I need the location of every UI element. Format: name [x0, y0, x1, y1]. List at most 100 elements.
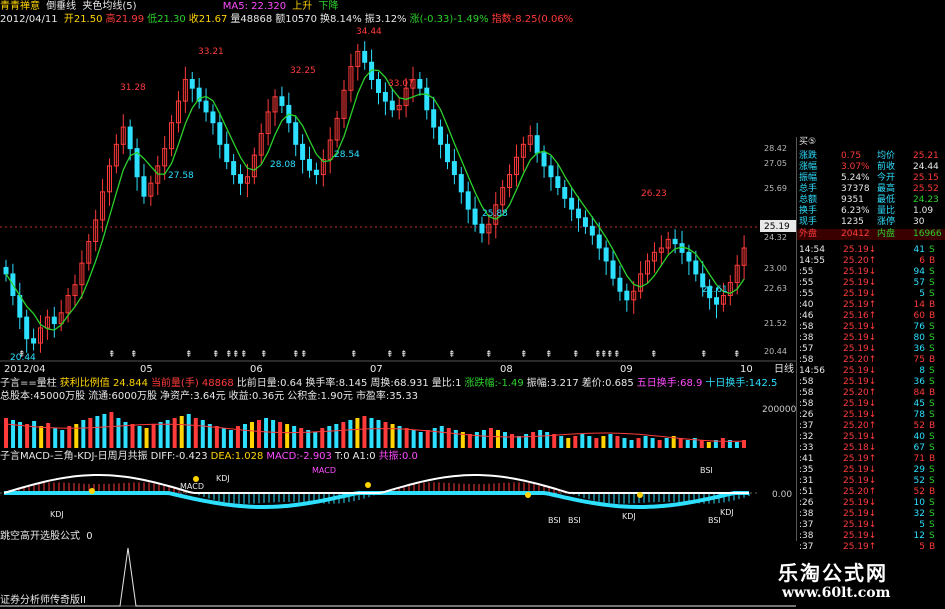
quote-date: 2012/04/11 [0, 14, 58, 25]
volume-bar [228, 430, 233, 448]
signal-arrow: ⇞ [292, 350, 300, 360]
volume-bar [390, 424, 395, 448]
candle-body [51, 316, 57, 325]
tick-price: 25.19↓ [843, 410, 877, 420]
candle-body [465, 191, 471, 210]
tab-inverted-line[interactable]: 倒垂线 [46, 0, 76, 13]
stat-value: 24.44 [913, 162, 939, 172]
volume-bar [257, 420, 262, 448]
tick-row: :38 25.19↓ 80 S [797, 333, 945, 344]
formula-bar: 跳空高开选股公式 0 [0, 530, 796, 543]
price-extreme-label: 25.88 [482, 209, 508, 219]
volume-bar [538, 430, 543, 448]
title-bar: 青青禅意 倒垂线 夹色均线(5) MA5: 22.320 上升 下降 [0, 0, 796, 13]
price-extreme-label: 26.23 [641, 189, 667, 199]
signal-arrow: ⇞ [212, 350, 220, 360]
volume-bar [95, 416, 100, 448]
tick-price: 25.19↓ [843, 267, 877, 277]
indicator-item: 十日换手:142.5 [705, 378, 778, 389]
tick-row: :38 25.19↓ 12 S [797, 531, 945, 542]
signal-arrow: ⇞ [545, 350, 553, 360]
volume-bar [271, 420, 276, 448]
stat-label: 最高 [877, 184, 896, 194]
outer-inner-item: 内盘 [877, 229, 896, 239]
tick-price: 25.19↓ [843, 399, 877, 409]
volume-bar [580, 434, 585, 448]
tick-row: 14:54 25.19↓ 41 S [797, 245, 945, 256]
volume-bar [453, 430, 458, 448]
tick-volume: 67 [913, 443, 925, 453]
signal-arrow: ⇞ [650, 350, 658, 360]
tick-price: 25.19↓ [843, 476, 877, 486]
tick-side: B [929, 454, 936, 464]
tick-row: :37 25.19↑ 5 B [797, 542, 945, 553]
tick-row: :55 25.19↓ 5 S [797, 289, 945, 300]
macd-cross-dot [193, 476, 199, 482]
volume-bar [264, 418, 269, 448]
price-extreme-label: 31.28 [120, 83, 146, 93]
tick-side: B [929, 355, 936, 365]
fundamental-item: 市盈率:35.33 [355, 391, 418, 402]
formula-title[interactable]: 跳空高开选股公式 [0, 530, 80, 543]
price-axis-tick: 27.05 [764, 159, 787, 168]
macd-cross-dot [89, 488, 95, 494]
tab-color-ma[interactable]: 夹色均线(5) [82, 0, 136, 13]
volume-bar [439, 426, 444, 448]
volume-bar [341, 422, 346, 448]
tick-row: :51 25.20↑ 52 B [797, 487, 945, 498]
tick-side: S [929, 399, 935, 409]
tick-row: :32 25.19↓ 40 S [797, 432, 945, 443]
tick-price: 25.19↓ [843, 366, 877, 376]
tick-volume: 5 [919, 542, 925, 552]
candle-body [3, 266, 9, 275]
volume-bar [158, 422, 163, 448]
stat-label: 换手 [799, 206, 818, 216]
tick-side: B [929, 300, 936, 310]
volume-bar [467, 434, 472, 448]
volume-bar [116, 418, 121, 448]
stat-label: 前收 [877, 162, 896, 172]
tick-side: S [929, 344, 935, 354]
period-label[interactable]: 日线 [774, 363, 794, 376]
volume-bar [109, 412, 114, 448]
tick-time: :55 [799, 278, 814, 288]
macd-item: 子言MACD-三角-KDJ-日周月共振 [0, 451, 148, 462]
outer-inner-item: 16966 [913, 229, 942, 239]
tick-price: 25.18↓ [843, 443, 877, 453]
quote-item: 低21.30 [147, 14, 186, 25]
signal-arrow: ⇞ [613, 350, 621, 360]
volume-bar [151, 424, 156, 448]
volume-bar [376, 420, 381, 448]
volume-bar [411, 430, 416, 448]
quote-item: 额10570 [275, 14, 318, 25]
stat-value: 9351 [841, 195, 864, 205]
indicator-item: 五日换手:68.9 [636, 378, 703, 389]
tick-volume: 14 [913, 300, 925, 310]
tick-row: :46 25.16↑ 60 B [797, 311, 945, 322]
tick-time: :40 [799, 300, 814, 310]
indicator-item: 量比:1 [431, 378, 462, 389]
volume-bar [369, 418, 374, 448]
fundamental-bar: 总股本:45000万股 流通:6000万股 净资产:3.64元 收益:0.36元 公积金… [0, 390, 796, 403]
quote-item: 涨(-0.33)-1.49% [409, 14, 489, 25]
macd-signal-label: MACD [312, 466, 336, 475]
macd-item: DEA:1.028 [210, 451, 264, 462]
tick-side: B [929, 388, 936, 398]
tick-volume: 52 [913, 421, 925, 431]
stat-label: 涨幅 [799, 162, 818, 172]
candle-body [210, 111, 216, 124]
volume-bar [327, 426, 332, 448]
price-axis-tick: 28.42 [764, 144, 787, 153]
volume-bar [566, 438, 571, 448]
volume-bar [573, 436, 578, 448]
candle-body [279, 96, 285, 106]
tick-row: :26 25.19↓ 10 S [797, 498, 945, 509]
stat-label: 均价 [877, 151, 896, 161]
outer-inner-item: 外盘 [799, 229, 818, 239]
tick-row: :38 25.19↓ 32 S [797, 509, 945, 520]
tick-price: 25.19↓ [843, 498, 877, 508]
volume-bar [664, 438, 669, 448]
date-tick: 07 [370, 364, 383, 375]
fundamental-item: 净资产:3.64元 [160, 391, 226, 402]
tick-volume: 52 [913, 476, 925, 486]
